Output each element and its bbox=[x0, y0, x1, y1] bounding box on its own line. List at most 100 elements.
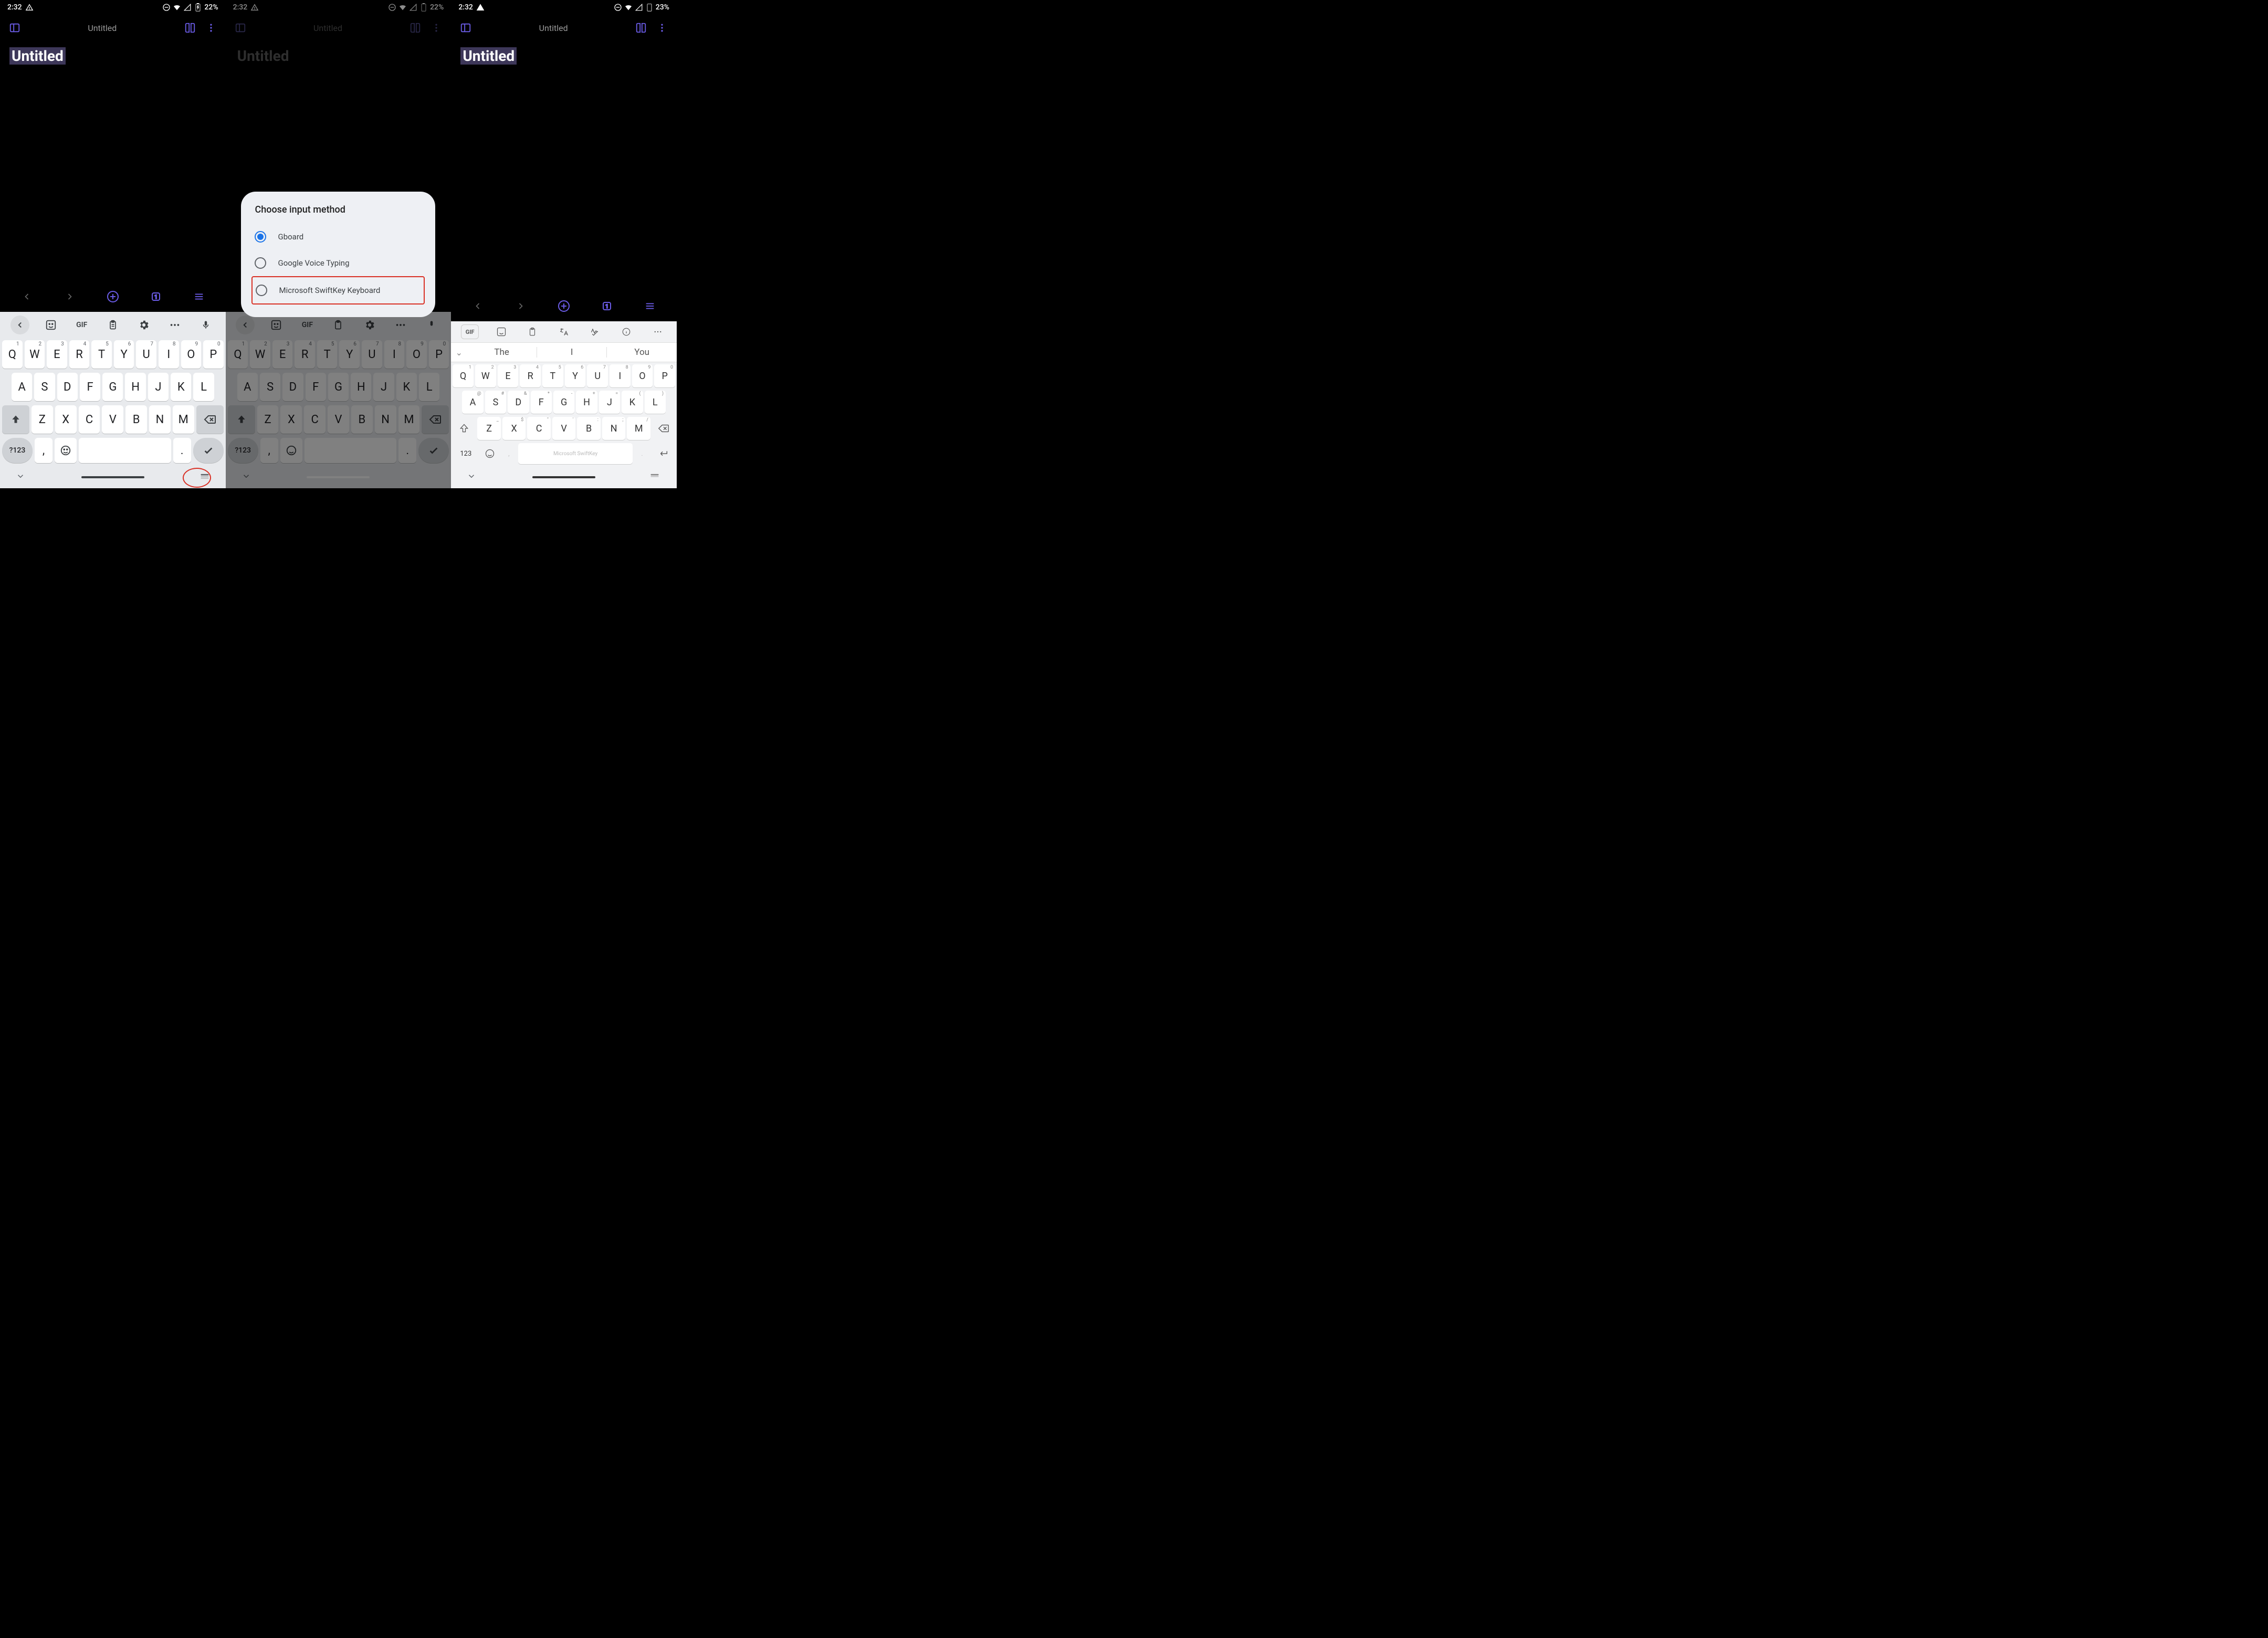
sk-space-key[interactable]: Microsoft SwiftKey bbox=[518, 443, 633, 464]
emoji-key[interactable] bbox=[55, 438, 77, 463]
key-a[interactable]: A bbox=[12, 373, 32, 401]
book-icon[interactable] bbox=[182, 19, 198, 36]
key-n[interactable]: N bbox=[149, 405, 171, 434]
back-button[interactable] bbox=[469, 298, 486, 314]
book-icon[interactable] bbox=[633, 19, 649, 36]
radio-option-0[interactable]: Gboard bbox=[251, 224, 425, 250]
sk-key-e[interactable]: E3 bbox=[498, 364, 519, 387]
sk-key-a[interactable]: A@ bbox=[462, 391, 483, 414]
numbers-key[interactable]: ?123 bbox=[2, 438, 33, 463]
sk-key-x[interactable]: X$ bbox=[502, 417, 526, 440]
key-e[interactable]: E3 bbox=[47, 340, 67, 369]
suggestion-1[interactable]: The bbox=[467, 347, 537, 358]
key-k[interactable]: K bbox=[171, 373, 191, 401]
key-y[interactable]: Y6 bbox=[114, 340, 134, 369]
modal-overlay[interactable]: Choose input method GboardGoogle Voice T… bbox=[226, 0, 452, 488]
nav-handle[interactable] bbox=[532, 476, 595, 478]
space-key[interactable] bbox=[79, 438, 171, 463]
key-t[interactable]: T5 bbox=[91, 340, 112, 369]
sk-period-key[interactable]: . bbox=[635, 443, 649, 464]
sk-numbers-key[interactable]: 123 bbox=[453, 443, 478, 464]
back-button[interactable] bbox=[18, 288, 35, 305]
sk-check-icon[interactable] bbox=[586, 324, 604, 339]
key-u[interactable]: U7 bbox=[136, 340, 156, 369]
sk-enter-key[interactable] bbox=[652, 443, 675, 464]
backspace-key[interactable] bbox=[196, 405, 224, 434]
key-w[interactable]: W2 bbox=[25, 340, 45, 369]
collapse-icon[interactable] bbox=[467, 471, 476, 483]
page-indicator[interactable]: 1 bbox=[598, 298, 615, 314]
sk-gif-button[interactable]: GIF bbox=[461, 324, 479, 339]
key-x[interactable]: X bbox=[55, 405, 77, 434]
key-l[interactable]: L bbox=[193, 373, 214, 401]
sk-key-h[interactable]: H+ bbox=[576, 391, 597, 414]
page-indicator[interactable]: 1 bbox=[148, 288, 164, 305]
sk-key-v[interactable]: V' bbox=[552, 417, 576, 440]
gif-button[interactable]: GIF bbox=[72, 316, 91, 334]
key-b[interactable]: B bbox=[125, 405, 147, 434]
sk-key-p[interactable]: P0 bbox=[654, 364, 675, 387]
sk-key-n[interactable]: N; bbox=[602, 417, 626, 440]
sk-shift-key[interactable] bbox=[453, 417, 476, 440]
nav-handle[interactable] bbox=[81, 476, 144, 478]
add-button[interactable] bbox=[104, 288, 121, 305]
content-area[interactable]: Untitled bbox=[451, 41, 677, 291]
sk-key-s[interactable]: S# bbox=[485, 391, 506, 414]
sk-key-l[interactable]: L) bbox=[645, 391, 666, 414]
more-horizontal-icon[interactable] bbox=[165, 316, 184, 334]
sk-key-q[interactable]: Q1 bbox=[453, 364, 474, 387]
clipboard-icon[interactable] bbox=[103, 316, 122, 334]
key-f[interactable]: F bbox=[80, 373, 100, 401]
sk-info-icon[interactable] bbox=[617, 324, 635, 339]
sk-clipboard-icon[interactable] bbox=[523, 324, 541, 339]
key-v[interactable]: V bbox=[102, 405, 123, 434]
mic-icon[interactable] bbox=[196, 316, 215, 334]
sk-key-w[interactable]: W2 bbox=[475, 364, 496, 387]
sk-key-m[interactable]: M/ bbox=[627, 417, 650, 440]
expand-icon[interactable]: ⌄ bbox=[451, 348, 467, 358]
menu-button[interactable] bbox=[191, 288, 207, 305]
sk-key-d[interactable]: D& bbox=[508, 391, 529, 414]
more-icon[interactable] bbox=[654, 19, 670, 36]
sk-key-r[interactable]: R4 bbox=[520, 364, 541, 387]
sk-more-icon[interactable] bbox=[649, 324, 667, 339]
gb-back-icon[interactable] bbox=[10, 316, 29, 334]
key-z[interactable]: Z bbox=[32, 405, 53, 434]
document-title[interactable]: Untitled bbox=[460, 47, 517, 65]
sk-sticker-icon[interactable] bbox=[492, 324, 510, 339]
sidebar-icon[interactable] bbox=[6, 19, 23, 36]
key-j[interactable]: J bbox=[148, 373, 169, 401]
add-button[interactable] bbox=[555, 298, 572, 314]
comma-key[interactable]: , bbox=[35, 438, 52, 463]
key-o[interactable]: O9 bbox=[181, 340, 202, 369]
sk-key-u[interactable]: U7 bbox=[587, 364, 608, 387]
keyboard-switch-icon[interactable] bbox=[200, 471, 210, 484]
key-q[interactable]: Q1 bbox=[2, 340, 23, 369]
keyboard-switch-icon[interactable] bbox=[649, 471, 660, 484]
key-m[interactable]: M bbox=[173, 405, 194, 434]
settings-icon[interactable] bbox=[134, 316, 153, 334]
key-c[interactable]: C bbox=[79, 405, 100, 434]
forward-button[interactable] bbox=[512, 298, 529, 314]
sidebar-icon[interactable] bbox=[457, 19, 474, 36]
radio-option-2[interactable]: Microsoft SwiftKey Keyboard bbox=[251, 276, 425, 304]
key-h[interactable]: H bbox=[125, 373, 145, 401]
sk-key-j[interactable]: J= bbox=[599, 391, 620, 414]
key-i[interactable]: I8 bbox=[159, 340, 179, 369]
sk-key-t[interactable]: T5 bbox=[542, 364, 563, 387]
sk-emoji-key[interactable] bbox=[480, 443, 499, 464]
sk-translate-icon[interactable] bbox=[555, 324, 573, 339]
sk-comma-key[interactable]: , bbox=[501, 443, 516, 464]
sk-key-g[interactable]: G- bbox=[553, 391, 574, 414]
sk-key-i[interactable]: I8 bbox=[610, 364, 631, 387]
suggestion-2[interactable]: I bbox=[537, 347, 607, 358]
shift-key[interactable] bbox=[2, 405, 29, 434]
sk-key-f[interactable]: F* bbox=[531, 391, 552, 414]
key-g[interactable]: G bbox=[102, 373, 123, 401]
period-key[interactable]: . bbox=[173, 438, 191, 463]
sk-key-c[interactable]: C" bbox=[527, 417, 551, 440]
sk-key-o[interactable]: O9 bbox=[632, 364, 653, 387]
key-p[interactable]: P0 bbox=[203, 340, 224, 369]
key-r[interactable]: R4 bbox=[69, 340, 90, 369]
collapse-icon[interactable] bbox=[16, 471, 25, 483]
